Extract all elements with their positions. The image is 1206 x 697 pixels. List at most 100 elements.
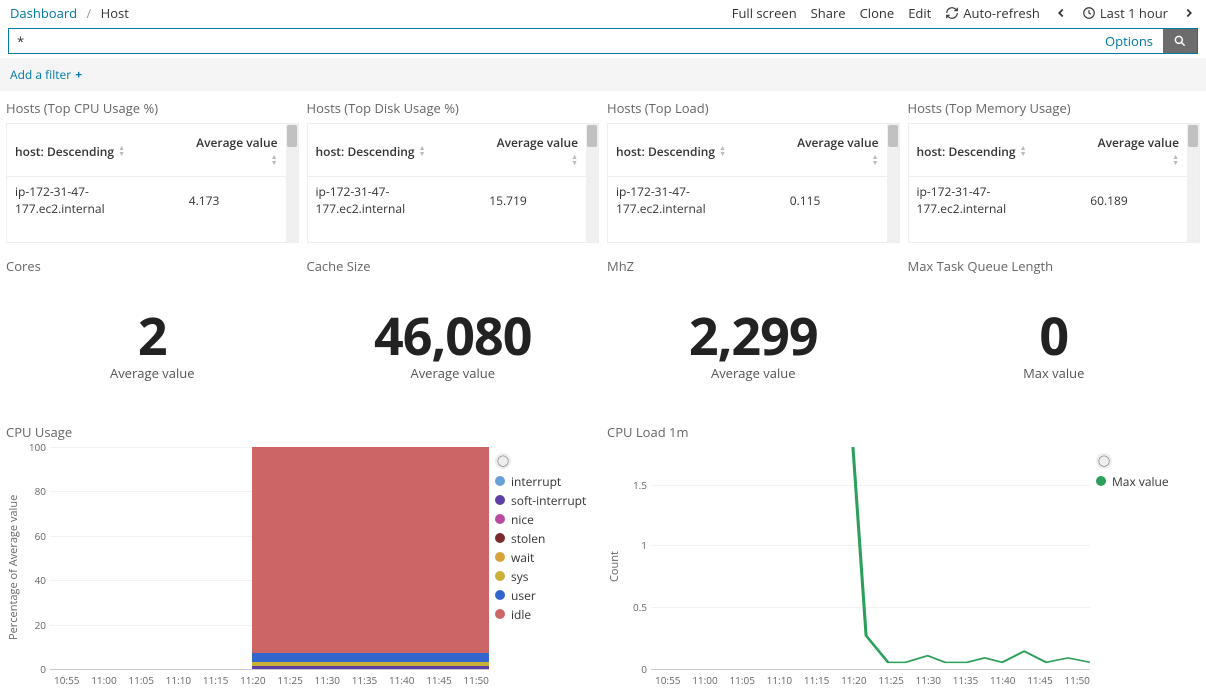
clock-icon (1082, 6, 1096, 20)
col-host[interactable]: host: Descending▲▼ (608, 124, 782, 177)
timerange-button[interactable]: Last 1 hour (1082, 4, 1168, 22)
dot-icon (495, 495, 505, 505)
cpu-usage-plot[interactable] (50, 447, 489, 669)
table-row[interactable]: ip-172-31-47-177.ec2.internal 15.719 (308, 177, 587, 224)
time-prev-button[interactable] (1054, 6, 1068, 20)
legend-item[interactable]: soft-interrupt (495, 492, 599, 509)
col-value[interactable]: Average value▲▼ (1082, 124, 1187, 177)
y-axis-label: Count (607, 447, 621, 687)
search-button[interactable] (1163, 29, 1197, 53)
scrollbar[interactable] (586, 124, 598, 242)
panel-mhz: MhZ 2,299 Average value (607, 255, 900, 411)
topbar-actions: Full screen Share Clone Edit Auto-refres… (732, 4, 1196, 22)
panel-cpu-usage: CPU Usage Percentage of Average value 0 … (6, 421, 599, 687)
legend-item[interactable]: idle (495, 606, 599, 623)
sort-icon: ▲▼ (571, 155, 578, 167)
panel-cores: Cores 2 Average value (6, 255, 299, 411)
legend: ◯ Max value (1090, 447, 1200, 687)
legend-item[interactable]: sys (495, 568, 599, 585)
metric-value: 2 (138, 310, 167, 362)
metric-value: 0 (1039, 310, 1068, 362)
dot-icon (495, 514, 505, 524)
y-axis: 0 0.5 1 1.5 (621, 447, 651, 669)
chevron-left-icon (1054, 6, 1068, 20)
legend-item[interactable]: stolen (495, 530, 599, 547)
scrollbar[interactable] (887, 124, 899, 242)
legend-toggle[interactable]: ◯ (495, 453, 511, 469)
chevron-right-icon (1182, 6, 1196, 20)
y-axis-label: Percentage of Average value (6, 447, 20, 687)
table-panels-row: Hosts (Top CPU Usage %) host: Descending… (0, 91, 1206, 249)
panel-title: Hosts (Top CPU Usage %) (6, 97, 299, 123)
table-row[interactable]: ip-172-31-47-177.ec2.internal 4.173 (7, 177, 286, 224)
dot-icon (495, 476, 505, 486)
sort-icon: ▲▼ (271, 155, 278, 167)
clone-button[interactable]: Clone (860, 4, 895, 22)
panel-title: CPU Usage (6, 421, 599, 447)
col-host[interactable]: host: Descending▲▼ (308, 124, 482, 177)
sort-icon: ▲▼ (872, 155, 879, 167)
panel-cache: Cache Size 46,080 Average value (307, 255, 600, 411)
metric-label: Average value (110, 364, 195, 382)
col-host[interactable]: host: Descending▲▼ (909, 124, 1083, 177)
panel-title: Hosts (Top Memory Usage) (908, 97, 1201, 123)
sort-icon: ▲▼ (1172, 155, 1179, 167)
metric-label: Average value (711, 364, 796, 382)
breadcrumb-root[interactable]: Dashboard (10, 4, 77, 22)
legend-item[interactable]: Max value (1096, 473, 1200, 490)
metric-value: 46,080 (374, 310, 532, 362)
cpu-load-plot[interactable] (651, 447, 1090, 669)
panel-top-disk: Hosts (Top Disk Usage %) host: Descendin… (307, 97, 600, 243)
dot-icon (495, 533, 505, 543)
plus-icon: + (75, 66, 82, 83)
panel-title: CPU Load 1m (607, 421, 1200, 447)
metric-label: Max value (1023, 364, 1084, 382)
breadcrumb-current: Host (101, 4, 129, 22)
add-filter-button[interactable]: Add a filter + (10, 66, 82, 83)
dot-icon (495, 571, 505, 581)
share-button[interactable]: Share (811, 4, 846, 22)
filter-bar: Add a filter + (0, 58, 1206, 91)
legend-item[interactable]: interrupt (495, 473, 599, 490)
x-axis: 10:5511:00 11:0511:10 11:1511:20 11:2511… (655, 669, 1090, 687)
time-next-button[interactable] (1182, 6, 1196, 20)
panel-maxqueue: Max Task Queue Length 0 Max value (908, 255, 1201, 411)
col-value[interactable]: Average value▲▼ (181, 124, 286, 177)
breadcrumb-sep: / (86, 4, 91, 22)
legend-item[interactable]: user (495, 587, 599, 604)
metric-panels-row: Cores 2 Average value Cache Size 46,080 … (0, 249, 1206, 417)
panel-cpu-load: CPU Load 1m Count 0 0.5 1 1.5 (607, 421, 1200, 687)
panel-top-mem: Hosts (Top Memory Usage) host: Descendin… (908, 97, 1201, 243)
panel-top-load: Hosts (Top Load) host: Descending▲▼ Aver… (607, 97, 900, 243)
col-value[interactable]: Average value▲▼ (481, 124, 586, 177)
search-input[interactable] (9, 29, 1095, 53)
table-row[interactable]: ip-172-31-47-177.ec2.internal 0.115 (608, 177, 887, 224)
fullscreen-button[interactable]: Full screen (732, 4, 797, 22)
table-row[interactable]: ip-172-31-47-177.ec2.internal 60.189 (909, 177, 1188, 224)
col-host[interactable]: host: Descending▲▼ (7, 124, 181, 177)
sort-icon: ▲▼ (118, 146, 125, 158)
x-axis: 10:5511:00 11:0511:10 11:1511:20 11:2511… (54, 669, 489, 687)
y-axis: 0 20 40 60 80 100 (20, 447, 50, 669)
panel-title: Max Task Queue Length (908, 255, 1201, 281)
panel-title: Cache Size (307, 255, 600, 281)
query-bar: Options (8, 28, 1198, 54)
query-options-button[interactable]: Options (1095, 29, 1163, 53)
chart-panels-row: CPU Usage Percentage of Average value 0 … (0, 417, 1206, 697)
dot-icon (1096, 476, 1106, 486)
series-max-value (651, 447, 1090, 669)
col-value[interactable]: Average value▲▼ (782, 124, 887, 177)
legend-toggle[interactable]: ◯ (1096, 453, 1112, 469)
sort-icon: ▲▼ (1020, 146, 1027, 158)
dot-icon (495, 552, 505, 562)
scrollbar[interactable] (286, 124, 298, 242)
legend-item[interactable]: nice (495, 511, 599, 528)
panel-top-cpu: Hosts (Top CPU Usage %) host: Descending… (6, 97, 299, 243)
legend-item[interactable]: wait (495, 549, 599, 566)
search-icon (1173, 34, 1187, 48)
autorefresh-button[interactable]: Auto-refresh (945, 4, 1040, 22)
panel-title: Cores (6, 255, 299, 281)
edit-button[interactable]: Edit (908, 4, 931, 22)
scrollbar[interactable] (1187, 124, 1199, 242)
panel-title: MhZ (607, 255, 900, 281)
